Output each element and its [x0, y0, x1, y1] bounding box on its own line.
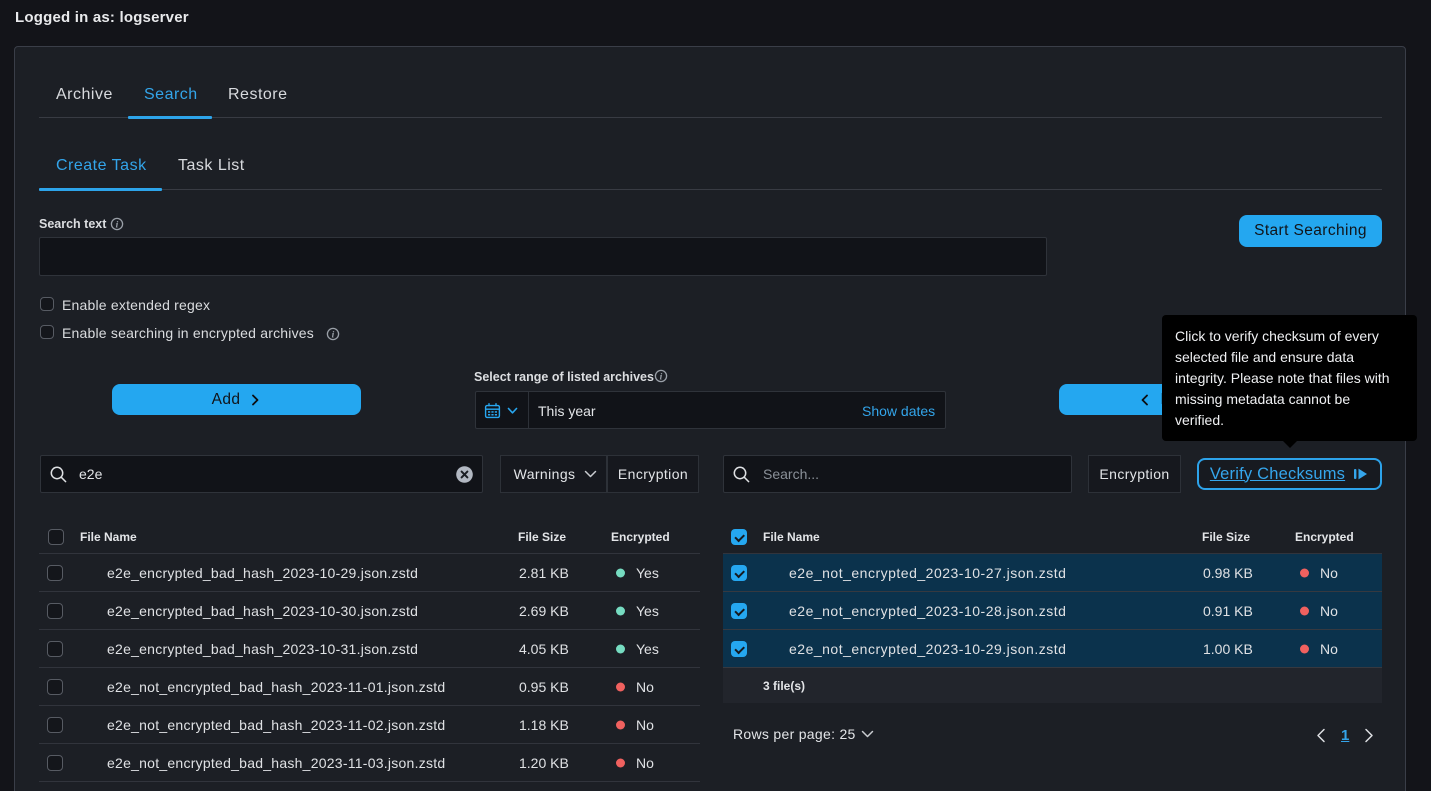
svg-text:i: i [660, 373, 663, 383]
svg-text:i: i [116, 221, 119, 231]
svg-text:i: i [332, 331, 335, 341]
